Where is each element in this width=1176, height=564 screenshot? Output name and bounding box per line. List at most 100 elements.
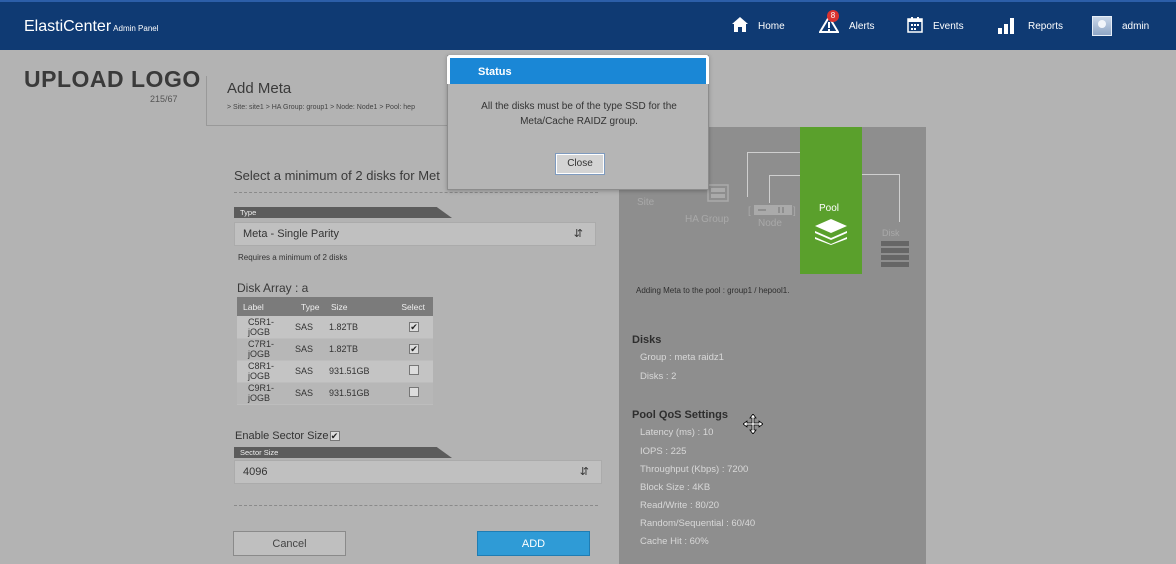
disks-heading: Disks: [632, 334, 662, 346]
bar-chart-icon: [998, 16, 1018, 37]
move-cursor-icon: [742, 413, 764, 435]
calendar-icon: [907, 16, 923, 36]
disk-size: 931.51GB: [325, 382, 391, 405]
disks-group: Group : meta raidz1: [640, 352, 724, 363]
nav-admin[interactable]: admin: [1092, 2, 1149, 50]
disk-row[interactable]: C9R1-jOGB SAS 931.51GB: [237, 382, 433, 405]
sector-size-select[interactable]: 4096 ⇵: [234, 460, 602, 484]
disk-size: 931.51GB: [325, 360, 391, 383]
sector-size-field-label: Sector Size: [234, 447, 452, 458]
nav-events[interactable]: Events: [907, 2, 964, 50]
diagram-connector: [747, 152, 748, 197]
diagram-connector: [899, 174, 900, 222]
home-icon: [732, 17, 748, 35]
nav-events-label: Events: [933, 20, 964, 32]
summary-panel: Site HA Group [] Node Pool Disk Adding M…: [619, 127, 926, 564]
disk-row[interactable]: C7R1-jOGB SAS 1.82TB ✔: [237, 338, 433, 361]
diagram-connector: [862, 174, 899, 175]
qos-latency: Latency (ms) : 10: [640, 427, 714, 438]
col-size: Size: [325, 297, 391, 316]
updown-arrow-icon: ⇵: [579, 466, 589, 478]
select-disks-heading: Select a minimum of 2 disks for Met: [234, 168, 440, 183]
enable-sector-size[interactable]: Enable Sector Size ✔: [235, 430, 340, 442]
enable-sector-size-label: Enable Sector Size: [235, 430, 329, 442]
disk-type: SAS: [295, 338, 325, 361]
brand-subtitle: Admin Panel: [113, 24, 159, 33]
disks-count: Disks : 2: [640, 371, 677, 382]
col-type: Type: [295, 297, 325, 316]
disk-label: C7R1-jOGB: [237, 338, 295, 361]
type-hint: Requires a minimum of 2 disks: [238, 253, 348, 262]
disk-size: 1.82TB: [325, 316, 391, 339]
disk-select-cell: [391, 382, 433, 405]
diagram-pool-label: Pool: [819, 203, 840, 214]
disk-label: C8R1-jOGB: [237, 360, 295, 383]
disk-row[interactable]: C5R1-jOGB SAS 1.82TB ✔: [237, 316, 433, 339]
disk-type: SAS: [295, 316, 325, 339]
page-header: Add Meta > Site: site1 > HA Group: group…: [206, 76, 466, 126]
top-nav-bar: ElastiCenter Admin Panel Home 8 Alerts Ev…: [0, 0, 1176, 50]
nav-reports-label: Reports: [1028, 20, 1064, 32]
status-dialog-title: Status: [447, 55, 709, 84]
disk-select-cell: [391, 360, 433, 383]
nav-reports[interactable]: Reports: [998, 2, 1063, 50]
disk-table-header: Label Type Size Select: [237, 297, 433, 316]
qos-iops: IOPS : 225: [640, 446, 687, 457]
brand-logo[interactable]: ElastiCenter Admin Panel: [24, 18, 159, 36]
disk-select-checkbox[interactable]: [409, 365, 419, 375]
brand-name: ElastiCenter: [24, 18, 112, 35]
svg-text:]: ]: [793, 206, 796, 216]
diagram-node-label: Node: [758, 218, 782, 229]
disk-select-checkbox[interactable]: [409, 387, 419, 397]
upload-logo-size: 215/67: [150, 94, 178, 104]
col-select: Select: [391, 297, 433, 316]
disk-type: SAS: [295, 382, 325, 405]
disk-select-cell: ✔: [391, 338, 433, 361]
form-divider: [234, 192, 598, 193]
qos-read-write: Read/Write : 80/20: [640, 500, 720, 511]
disk-select-cell: ✔: [391, 316, 433, 339]
disk-array-title: Disk Array : a: [237, 281, 309, 295]
adding-meta-text: Adding Meta to the pool : group1 / hepoo…: [636, 286, 790, 295]
close-button[interactable]: Close: [555, 153, 605, 175]
sector-size-value: 4096: [243, 466, 268, 478]
updown-arrow-icon: ⇵: [573, 228, 583, 240]
disk-stack-icon: [881, 241, 909, 272]
disk-type: SAS: [295, 360, 325, 383]
enable-sector-size-checkbox[interactable]: ✔: [329, 431, 340, 441]
nav-alerts[interactable]: 8 Alerts: [818, 2, 875, 50]
page-title: Add Meta: [227, 80, 292, 97]
qos-heading: Pool QoS Settings: [632, 409, 728, 421]
pool-box: [800, 127, 862, 274]
server-icon: [707, 184, 729, 207]
col-label: Label: [237, 297, 295, 316]
nav-admin-label: admin: [1122, 20, 1150, 32]
nav-home[interactable]: Home: [732, 2, 785, 50]
disk-label: C5R1-jOGB: [237, 316, 295, 339]
type-select-value: Meta - Single Parity: [243, 228, 339, 240]
diagram-site-label: Site: [637, 197, 655, 208]
diagram-disk-label: Disk: [882, 228, 900, 238]
upload-logo[interactable]: UPLOAD LOGO: [24, 66, 201, 93]
disk-select-checkbox[interactable]: ✔: [409, 344, 419, 354]
disk-label: C9R1-jOGB: [237, 382, 295, 405]
cancel-button[interactable]: Cancel: [233, 531, 346, 556]
svg-text:[: [: [748, 206, 751, 216]
diagram-connector: [747, 152, 800, 153]
diagram-connector: [769, 175, 800, 176]
diagram-ha-group-label: HA Group: [685, 214, 729, 225]
qos-throughput: Throughput (Kbps) : 7200: [640, 464, 749, 475]
layers-icon: [815, 219, 847, 250]
qos-random-sequential: Random/Sequential : 60/40: [640, 518, 756, 529]
disk-row[interactable]: C8R1-jOGB SAS 931.51GB: [237, 360, 433, 383]
add-button[interactable]: ADD: [477, 531, 590, 556]
disk-size: 1.82TB: [325, 338, 391, 361]
qos-block-size: Block Size : 4KB: [640, 482, 711, 493]
form-divider-bottom: [234, 505, 598, 506]
type-select[interactable]: Meta - Single Parity ⇵: [234, 222, 596, 246]
avatar-icon: [1092, 16, 1112, 36]
nav-home-label: Home: [758, 20, 785, 32]
status-dialog: Status All the disks must be of the type…: [447, 55, 709, 190]
status-dialog-message: All the disks must be of the type SSD fo…: [481, 101, 677, 127]
disk-select-checkbox[interactable]: ✔: [409, 321, 419, 332]
